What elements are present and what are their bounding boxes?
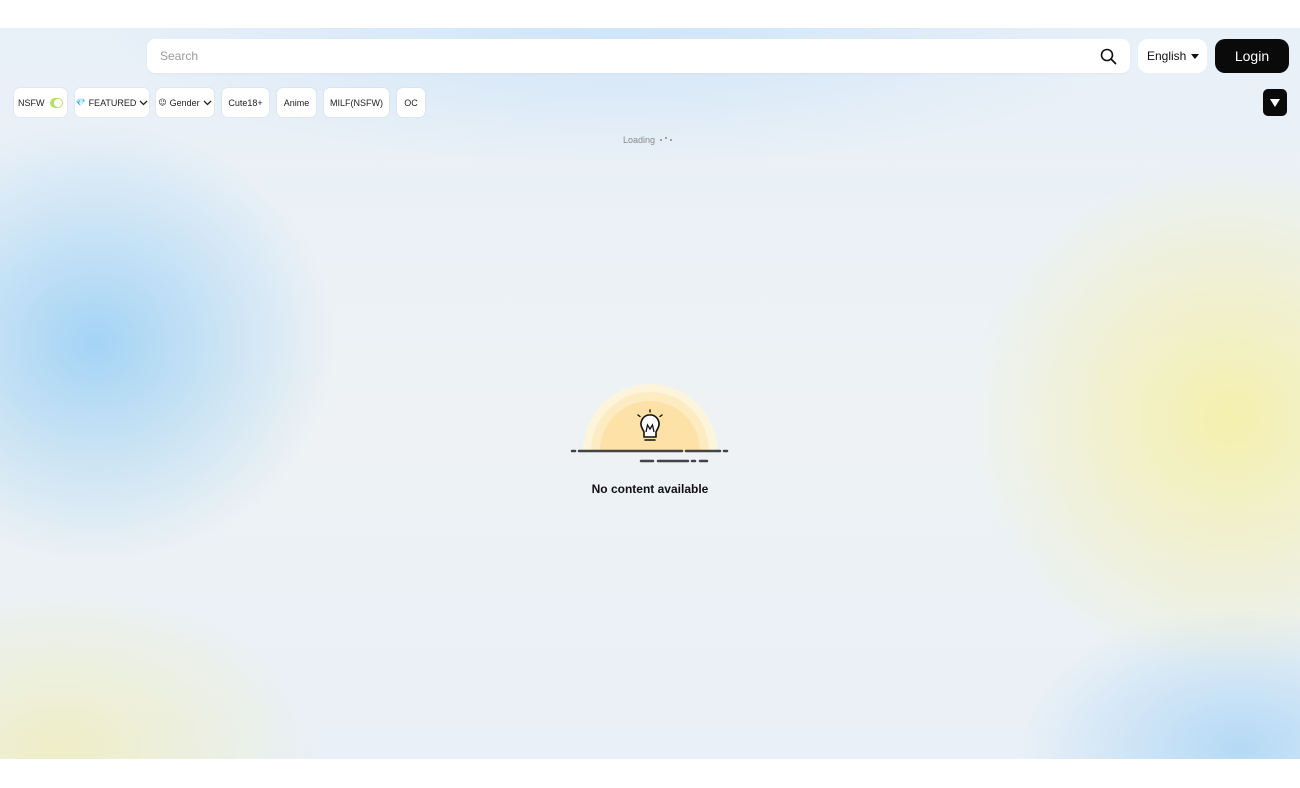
app-container: English Login NSFW 💎 FEATURED 😉 Gender C… (0, 28, 1300, 759)
empty-state-message: No content available (591, 482, 709, 496)
gem-icon: 💎 (75, 97, 86, 107)
search-bar (147, 39, 1130, 73)
nsfw-toggle-switch[interactable] (49, 97, 63, 108)
language-select-value: English (1147, 49, 1187, 63)
empty-state-illustration (570, 384, 729, 463)
tag-label: Anime (283, 97, 310, 108)
nsfw-label: NSFW (18, 97, 45, 108)
featured-dropdown[interactable]: 💎 FEATURED (75, 88, 149, 117)
loading-indicator: Loading (623, 135, 673, 145)
filter-expand-button[interactable] (1263, 89, 1287, 116)
tag-label: Cute18+ (228, 97, 263, 108)
caret-down-icon (1191, 54, 1200, 59)
tag-chip[interactable]: MILF(NSFW) (324, 88, 389, 117)
language-select[interactable]: English (1138, 39, 1207, 73)
gender-dropdown[interactable]: 😉 Gender (156, 88, 214, 117)
search-input[interactable] (160, 49, 1098, 63)
loading-dots (660, 137, 673, 141)
tag-chip[interactable]: Anime (277, 88, 316, 117)
chevron-down-icon (139, 98, 148, 107)
tag-label: MILF(NSFW) (330, 97, 383, 108)
nsfw-toggle-chip[interactable]: NSFW (14, 88, 67, 117)
login-button[interactable]: Login (1215, 39, 1289, 73)
tag-label: OC (404, 97, 418, 108)
search-icon[interactable] (1098, 46, 1118, 66)
toggle-knob (54, 98, 62, 107)
tag-chip[interactable]: Cute18+ (222, 88, 269, 117)
wink-emoji-icon: 😉 (158, 97, 167, 107)
loading-text: Loading (623, 135, 656, 145)
chevron-down-icon (203, 98, 212, 107)
featured-label: FEATURED (88, 97, 137, 108)
tag-chip[interactable]: OC (397, 88, 425, 117)
gender-label: Gender (169, 97, 200, 108)
triangle-down-icon (1270, 98, 1280, 107)
